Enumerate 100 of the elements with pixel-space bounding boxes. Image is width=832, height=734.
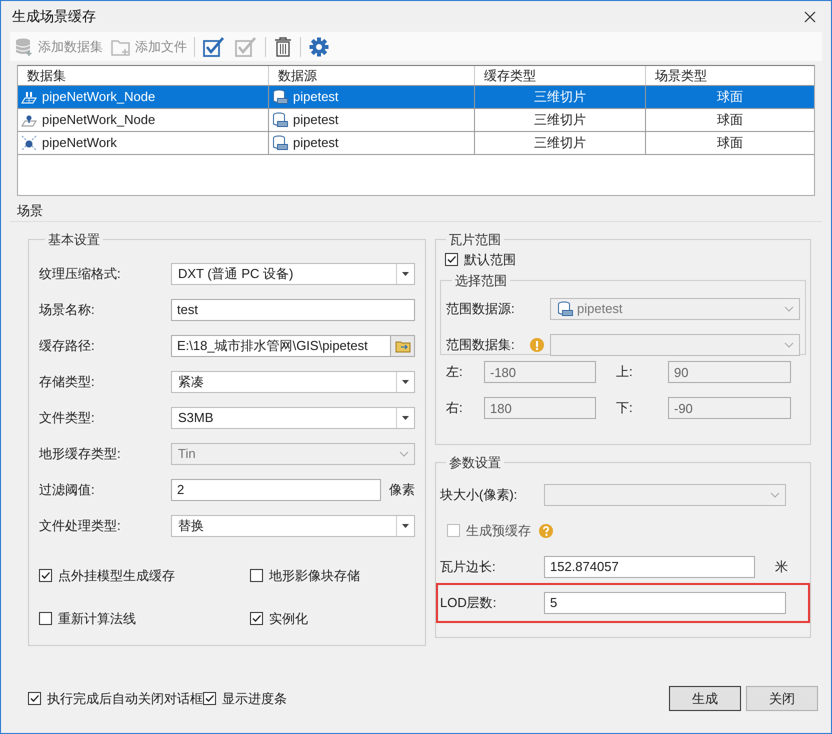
checkbox-label: 点外挂模型生成缓存 — [58, 566, 175, 584]
group-title: 选择范围 — [454, 272, 508, 290]
table-cell-text: 三维切片 — [534, 111, 586, 130]
column-header[interactable]: 数据集 — [18, 66, 269, 85]
dropdown-arrow-icon — [402, 524, 410, 528]
checkbox-label: 实例化 — [269, 610, 308, 628]
toolbar-button[interactable] — [307, 34, 331, 58]
dropdown-arrow-icon — [402, 380, 410, 384]
field-label: 场景名称: — [39, 300, 96, 319]
table-row[interactable]: pipeNetWork pipetest 三维切片 球面 — [18, 132, 814, 155]
checkbox[interactable] — [250, 568, 263, 582]
field-label: 瓦片边长: — [440, 558, 497, 576]
table-cell-text: 球面 — [717, 134, 743, 152]
checkbox-label: 执行完成后自动关闭对话框 — [47, 690, 203, 708]
field-label: 右: — [446, 399, 464, 418]
window-title: 生成场景缓存 — [12, 7, 96, 26]
trash-icon — [274, 36, 292, 56]
checkbox-label: 默认范围 — [464, 250, 516, 268]
checkbox[interactable] — [203, 692, 216, 705]
table-cell-text: pipeNetWork_Node — [42, 111, 156, 130]
table-cell-text: pipeNetWork — [42, 134, 117, 152]
field-label: 过滤阈值: — [39, 480, 96, 499]
table-cell-text: pipeNetWork_Node — [42, 88, 156, 106]
dropdown-arrow-icon — [402, 416, 410, 420]
help-icon — [539, 524, 553, 538]
table-row[interactable]: pipeNetWork_Node pipetest 三维切片 球面 — [18, 109, 814, 132]
field-label: LOD层数: — [440, 594, 498, 612]
dropdown[interactable]: S3MB — [171, 406, 415, 428]
checkbox[interactable] — [39, 612, 52, 626]
database-icon — [557, 300, 573, 316]
input-field[interactable]: -180 — [484, 361, 596, 383]
group-title: 瓦片范围 — [448, 231, 502, 249]
column-header[interactable]: 场景类型 — [646, 66, 814, 85]
table-row[interactable]: pipeNetWork_Node pipetest 三维切片 球面 — [18, 86, 814, 109]
chevron-down-icon — [784, 306, 794, 312]
field-label: 范围数据集: — [446, 336, 516, 354]
checkbox[interactable] — [28, 692, 41, 705]
input-field[interactable]: 180 — [484, 397, 596, 419]
group-title: 基本设置 — [47, 231, 101, 249]
network-icon — [21, 135, 37, 151]
chevron-down-icon — [784, 342, 794, 348]
input-field[interactable]: 5 — [544, 592, 786, 614]
chevron-down-icon — [770, 492, 780, 498]
checkbox-label: 重新计算法线 — [58, 610, 136, 628]
checkbox-label: 生成预缓存 — [466, 522, 531, 540]
field-label: 块大小(像素): — [440, 486, 518, 504]
database-icon — [272, 135, 288, 151]
unit-label: 像素 — [389, 480, 415, 499]
dropdown[interactable]: DXT (普通 PC 设备) — [171, 262, 415, 284]
field-label: 文件类型: — [39, 408, 96, 427]
checkbox[interactable] — [39, 568, 52, 582]
input-field[interactable]: 152.874057 — [544, 556, 755, 578]
dialog-button[interactable]: 生成 — [669, 686, 741, 711]
folder-add-icon — [111, 38, 131, 56]
field-label: 纹理压缩格式: — [39, 264, 122, 283]
checkbox-label: 地形影像块存储 — [269, 566, 360, 584]
database-add-icon — [14, 36, 34, 56]
field-label: 存储类型: — [39, 372, 96, 391]
dialog-button[interactable]: 关闭 — [746, 686, 818, 711]
checkbox[interactable] — [445, 252, 458, 266]
close-button[interactable] — [803, 10, 817, 24]
field-label: 下: — [615, 399, 634, 418]
browse-button[interactable] — [391, 334, 415, 356]
field-label: 上: — [615, 363, 634, 382]
close-icon — [804, 10, 816, 22]
field-label: 左: — [446, 363, 464, 382]
group-title: 参数设置 — [448, 454, 502, 472]
input-field[interactable]: 90 — [668, 361, 791, 383]
input-field[interactable]: -90 — [668, 397, 791, 419]
checkbox[interactable] — [250, 612, 263, 626]
dropdown[interactable]: pipetest — [550, 298, 800, 320]
settings-icon — [309, 36, 329, 56]
dropdown[interactable]: 紧凑 — [171, 370, 415, 392]
database-icon — [272, 89, 288, 105]
input-field[interactable]: test — [171, 298, 415, 320]
chevron-down-icon — [399, 450, 409, 456]
toolbar-button[interactable] — [201, 34, 227, 58]
dropdown-arrow-icon — [402, 272, 410, 276]
checkbox-label: 显示进度条 — [222, 690, 287, 708]
table-cell-text: 球面 — [717, 111, 743, 130]
field-label: 地形缓存类型: — [39, 444, 122, 463]
table-cell-text: 球面 — [717, 88, 743, 106]
table-cell-text: pipetest — [293, 88, 339, 106]
field-label: 文件处理类型: — [39, 516, 122, 535]
unit-label: 米 — [775, 558, 788, 576]
database-icon — [272, 112, 288, 128]
table-cell-text: 三维切片 — [534, 88, 586, 106]
folder-icon — [394, 338, 410, 352]
table-cell-text: pipetest — [293, 111, 339, 130]
table-cell-text: pipetest — [293, 134, 339, 152]
grid-points-icon — [21, 90, 37, 104]
input-field[interactable]: 2 — [171, 478, 381, 500]
check-all-icon — [203, 36, 225, 56]
field-label: 缓存路径: — [39, 336, 96, 355]
column-header[interactable]: 数据源 — [269, 66, 475, 85]
toolbar-button[interactable] — [272, 34, 294, 58]
point-icon — [21, 113, 37, 127]
dropdown[interactable]: 替换 — [171, 514, 415, 536]
column-header[interactable]: 缓存类型 — [475, 66, 646, 85]
input-field[interactable]: E:\18_城市排水管网\GIS\pipetest — [171, 334, 391, 356]
